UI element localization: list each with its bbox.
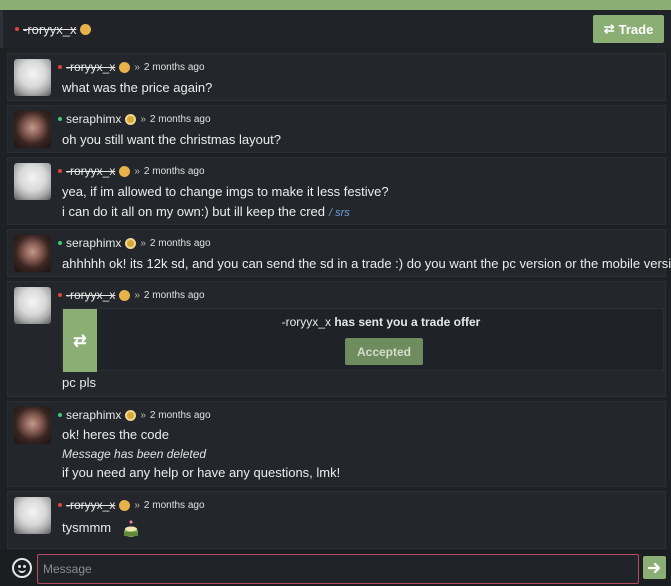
deleted-message-notice: Message has been deleted bbox=[62, 447, 207, 461]
message-time: 2 months ago bbox=[149, 113, 211, 125]
separator: » bbox=[134, 165, 140, 177]
message-item: seraphimx » 2 months ago ok! heres the c… bbox=[7, 401, 666, 487]
message-username[interactable]: seraphimx bbox=[66, 236, 121, 250]
message-text: ok! heres the code bbox=[62, 427, 169, 442]
separator: » bbox=[134, 289, 140, 301]
message-composer bbox=[0, 550, 671, 586]
message-item: -roryyx_x » 2 months ago yea, if im allo… bbox=[7, 157, 666, 225]
avatar[interactable] bbox=[14, 235, 51, 272]
status-dot-online bbox=[58, 117, 62, 121]
pie-badge-icon bbox=[119, 165, 131, 177]
avatar[interactable] bbox=[14, 111, 51, 148]
trade-button[interactable]: ⇄ Trade bbox=[593, 15, 664, 43]
avatar[interactable] bbox=[14, 407, 51, 444]
message-text-line: i can do it all on my own:) but ill keep… bbox=[62, 202, 350, 223]
message-time: 2 months ago bbox=[143, 165, 205, 177]
message-text: what was the price again? bbox=[62, 80, 213, 95]
status-dot-offline bbox=[58, 293, 62, 297]
message-text: yea, if im allowed to change imgs to mak… bbox=[62, 184, 389, 199]
ring-badge-icon bbox=[125, 237, 137, 249]
message-username[interactable]: -roryyx_x bbox=[66, 164, 115, 178]
message-text-line: tysmmm bbox=[62, 518, 139, 539]
message-text: tysmmm bbox=[62, 520, 112, 535]
conversation-header: -roryyx_x ⇄ Trade bbox=[0, 10, 671, 48]
separator: » bbox=[134, 61, 140, 73]
message-item: seraphimx » 2 months ago oh you still wa… bbox=[7, 105, 666, 153]
status-dot-offline bbox=[15, 27, 19, 31]
status-dot-offline bbox=[58, 503, 62, 507]
status-dot-online bbox=[58, 413, 62, 417]
message-time: 2 months ago bbox=[143, 499, 205, 511]
swap-arrows-icon: ⇄ bbox=[603, 21, 615, 36]
message-username[interactable]: -roryyx_x bbox=[66, 60, 115, 74]
message-item: seraphimx » 2 months ago ahhhhh ok! its … bbox=[7, 229, 671, 277]
message-time: 2 months ago bbox=[143, 61, 205, 73]
conversation-username[interactable]: -roryyx_x bbox=[23, 22, 76, 37]
separator: » bbox=[140, 237, 146, 249]
status-dot-offline bbox=[58, 169, 62, 173]
pie-badge-icon bbox=[119, 61, 131, 73]
avatar[interactable] bbox=[14, 497, 51, 534]
ring-badge-icon bbox=[125, 409, 137, 421]
message-input[interactable] bbox=[37, 554, 639, 584]
pie-badge-icon bbox=[80, 23, 92, 35]
pie-badge-icon bbox=[119, 289, 131, 301]
accepted-button[interactable]: Accepted bbox=[345, 338, 423, 365]
separator: » bbox=[140, 409, 146, 421]
message-username[interactable]: -roryyx_x bbox=[66, 288, 115, 302]
message-username[interactable]: seraphimx bbox=[66, 408, 121, 422]
trade-offer-card: ⇄ -roryyx_x has sent you a trade offer A… bbox=[62, 308, 665, 372]
message-text: if you need any help or have any questio… bbox=[62, 465, 341, 480]
pie-badge-icon bbox=[119, 499, 131, 511]
trade-offer-label: has sent you a trade offer bbox=[334, 315, 481, 329]
message-time: 2 months ago bbox=[143, 289, 205, 301]
message-text: ahhhhh ok! its 12k sd, and you can send … bbox=[62, 256, 671, 271]
ring-badge-icon bbox=[125, 113, 137, 125]
cake-sticker-icon bbox=[123, 519, 138, 537]
message-text: oh you still want the christmas layout? bbox=[62, 132, 281, 147]
separator: » bbox=[140, 113, 146, 125]
trade-sender: -roryyx_x bbox=[281, 315, 331, 329]
avatar[interactable] bbox=[14, 59, 51, 96]
message-time: 2 months ago bbox=[149, 409, 211, 421]
message-username[interactable]: seraphimx bbox=[66, 112, 121, 126]
message-item: -roryyx_x » 2 months ago what was the pr… bbox=[7, 53, 666, 101]
swap-arrows-icon: ⇄ bbox=[63, 309, 97, 372]
emoji-picker-icon[interactable] bbox=[12, 558, 32, 578]
send-arrow-icon bbox=[647, 562, 660, 573]
trade-offer-text: -roryyx_x has sent you a trade offer bbox=[97, 315, 665, 329]
top-accent-bar bbox=[0, 0, 671, 10]
message-item: -roryyx_x » 2 months ago ⇄ -roryyx_x has… bbox=[7, 281, 666, 397]
message-time: 2 months ago bbox=[149, 237, 211, 249]
message-username[interactable]: -roryyx_x bbox=[66, 498, 115, 512]
tone-tag: / srs bbox=[329, 207, 350, 219]
trade-button-label: Trade bbox=[618, 21, 654, 37]
avatar[interactable] bbox=[14, 163, 51, 200]
message-item: -roryyx_x » 2 months ago tysmmm bbox=[7, 491, 666, 549]
separator: » bbox=[134, 499, 140, 511]
send-button[interactable] bbox=[643, 556, 666, 579]
status-dot-offline bbox=[58, 65, 62, 69]
message-text: pc pls bbox=[62, 375, 96, 390]
avatar[interactable] bbox=[14, 287, 51, 324]
message-text: i can do it all on my own:) but ill keep… bbox=[62, 204, 326, 219]
status-dot-online bbox=[58, 241, 62, 245]
